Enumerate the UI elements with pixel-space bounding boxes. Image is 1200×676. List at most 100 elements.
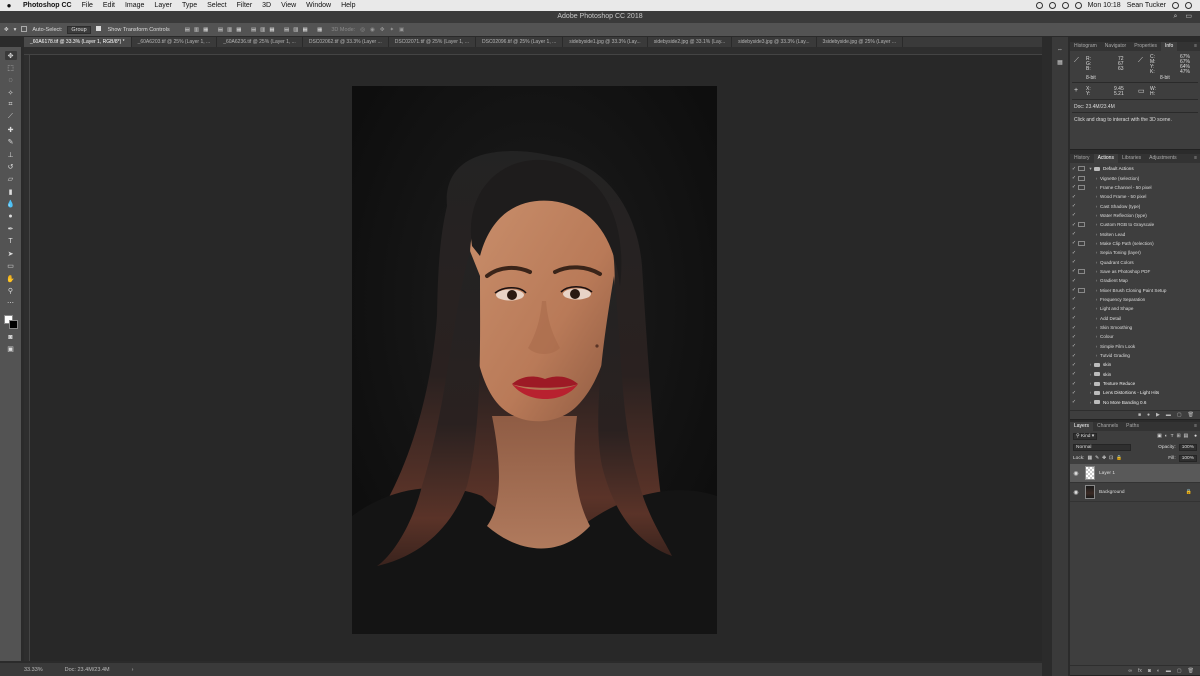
document-tab[interactable]: DSC02071.tif @ 25% (Layer 1, ... bbox=[389, 37, 476, 47]
action-set-row[interactable]: ✓ › No More Banding 0.6 bbox=[1070, 398, 1200, 407]
doc-size[interactable]: Doc: 23.4M/23.4M bbox=[65, 667, 110, 673]
chevron-right-icon[interactable]: › bbox=[1093, 185, 1100, 190]
action-row[interactable]: ✓ › Molten Lead bbox=[1070, 229, 1200, 238]
chevron-right-icon[interactable]: › bbox=[1093, 297, 1100, 302]
panel-menu-icon[interactable]: ≡ bbox=[1194, 42, 1200, 51]
panel-menu-icon[interactable]: ≡ bbox=[1194, 154, 1200, 163]
dialog-toggle-icon[interactable] bbox=[1078, 390, 1085, 395]
tab-history[interactable]: History bbox=[1070, 154, 1094, 163]
chevron-down-icon[interactable]: ▾ bbox=[1087, 166, 1094, 172]
link-icon[interactable]: ∞ bbox=[1128, 668, 1132, 674]
check-icon[interactable]: ✓ bbox=[1070, 231, 1078, 237]
dialog-toggle-icon[interactable] bbox=[1078, 222, 1085, 228]
status-icon[interactable] bbox=[1035, 2, 1043, 9]
action-set-row[interactable]: ✓ ▾ Default Actions bbox=[1070, 164, 1200, 173]
brush-tool-icon[interactable]: ✎ bbox=[5, 138, 17, 147]
tab-properties[interactable]: Properties bbox=[1130, 42, 1161, 51]
check-icon[interactable]: ✓ bbox=[1070, 166, 1078, 172]
dialog-toggle-icon[interactable] bbox=[1078, 204, 1085, 209]
chevron-right-icon[interactable]: › bbox=[1087, 372, 1094, 377]
auto-select-dropdown[interactable]: Group bbox=[67, 25, 91, 34]
dialog-toggle-icon[interactable] bbox=[1078, 287, 1085, 293]
chevron-right-icon[interactable]: › bbox=[1087, 400, 1094, 405]
menu-view[interactable]: View bbox=[276, 2, 301, 9]
user-name[interactable]: Sean Tucker bbox=[1127, 2, 1166, 9]
3d-mode-buttons[interactable]: ◎◉✥✦▣ bbox=[360, 27, 409, 33]
show-transform-checkbox[interactable] bbox=[95, 26, 103, 33]
blend-mode-dropdown[interactable]: Normal bbox=[1073, 444, 1131, 451]
layer-thumbnail[interactable] bbox=[1085, 485, 1095, 499]
check-icon[interactable]: ✓ bbox=[1070, 287, 1078, 293]
check-icon[interactable]: ✓ bbox=[1070, 399, 1078, 405]
chevron-right-icon[interactable]: › bbox=[1093, 306, 1100, 311]
menu-app[interactable]: Photoshop CC bbox=[18, 2, 77, 9]
record-icon[interactable]: ● bbox=[1147, 412, 1150, 418]
play-icon[interactable]: ▶ bbox=[1156, 412, 1160, 418]
chevron-right-icon[interactable]: › bbox=[1087, 390, 1094, 395]
info-panel-icon[interactable]: ▦ bbox=[1056, 60, 1064, 67]
menu-window[interactable]: Window bbox=[301, 2, 336, 9]
document-tab[interactable]: _60A6236.tif @ 25% (Layer 1, ... bbox=[217, 37, 303, 47]
folder-icon[interactable]: ▬ bbox=[1166, 668, 1171, 674]
trash-icon[interactable]: 🗑 bbox=[1188, 412, 1194, 418]
dialog-toggle-icon[interactable] bbox=[1078, 166, 1085, 172]
check-icon[interactable]: ✓ bbox=[1070, 315, 1078, 321]
fill-input[interactable]: 100% bbox=[1178, 455, 1197, 462]
chevron-right-icon[interactable]: › bbox=[1093, 194, 1100, 199]
spotlight-icon[interactable] bbox=[1172, 2, 1179, 9]
menu-file[interactable]: File bbox=[77, 2, 98, 9]
dialog-toggle-icon[interactable] bbox=[1078, 232, 1085, 237]
action-row[interactable]: ✓ › Mixer Brush Cloning Paint Setup bbox=[1070, 285, 1200, 294]
clone-stamp-tool-icon[interactable]: ⊥ bbox=[5, 150, 17, 159]
action-row[interactable]: ✓ › Sepia Toning (layer) bbox=[1070, 248, 1200, 257]
dialog-toggle-icon[interactable] bbox=[1078, 334, 1085, 339]
check-icon[interactable]: ✓ bbox=[1070, 184, 1078, 190]
document-tab[interactable]: _60A6178.tif @ 33.3% (Layer 1, RGB/8*) * bbox=[24, 37, 132, 47]
eyedropper-tool-icon[interactable]: ⟋ bbox=[5, 113, 17, 122]
check-icon[interactable]: ✓ bbox=[1070, 240, 1078, 246]
trash-icon[interactable]: 🗑 bbox=[1188, 668, 1194, 674]
action-row[interactable]: ✓ › Cast Shadow (type) bbox=[1070, 201, 1200, 210]
mask-icon[interactable]: ◙ bbox=[1148, 668, 1151, 674]
check-icon[interactable]: ✓ bbox=[1070, 278, 1078, 284]
dialog-toggle-icon[interactable] bbox=[1078, 306, 1085, 311]
apple-icon[interactable]: ● bbox=[0, 1, 18, 10]
workspace-icon[interactable]: ▭ bbox=[1185, 11, 1192, 23]
chevron-right-icon[interactable]: › bbox=[1093, 288, 1100, 293]
tab-channels[interactable]: Channels bbox=[1093, 422, 1122, 431]
chevron-right-icon[interactable]: › bbox=[1093, 241, 1100, 246]
dialog-toggle-icon[interactable] bbox=[1078, 278, 1085, 283]
document-tab[interactable]: DSC02096.tif @ 25% (Layer 1, ... bbox=[476, 37, 564, 47]
action-row[interactable]: ✓ › Save as Photoshop PDF bbox=[1070, 267, 1200, 276]
menu-3d[interactable]: 3D bbox=[257, 2, 276, 9]
move-tool-icon[interactable]: ✥ bbox=[4, 51, 17, 60]
layer-filter-dropdown[interactable]: ⚲ Kind ▾ bbox=[1073, 433, 1098, 440]
stop-icon[interactable]: ■ bbox=[1138, 412, 1141, 418]
action-set-row[interactable]: ✓ › Lens Distortions - Light Hits bbox=[1070, 388, 1200, 397]
more-tools-icon[interactable]: ⋯ bbox=[5, 299, 17, 308]
menu-layer[interactable]: Layer bbox=[149, 2, 177, 9]
chevron-right-icon[interactable]: › bbox=[1093, 232, 1100, 237]
search-icon[interactable]: ⌕ bbox=[1173, 11, 1177, 23]
check-icon[interactable]: ✓ bbox=[1070, 353, 1078, 359]
dialog-toggle-icon[interactable] bbox=[1078, 381, 1085, 386]
clock[interactable]: Mon 10:18 bbox=[1088, 2, 1121, 9]
history-brush-tool-icon[interactable]: ↺ bbox=[5, 163, 17, 172]
check-icon[interactable]: ✓ bbox=[1070, 381, 1078, 387]
portrait-photo[interactable] bbox=[352, 86, 717, 634]
marquee-tool-icon[interactable]: ⬚ bbox=[5, 63, 17, 72]
check-icon[interactable]: ✓ bbox=[1070, 175, 1078, 181]
action-row[interactable]: ✓ › Tutvid Grading bbox=[1070, 351, 1200, 360]
type-tool-icon[interactable]: T bbox=[5, 237, 17, 246]
action-row[interactable]: ✓ › Vignette (selection) bbox=[1070, 173, 1200, 182]
document-tab[interactable]: sidebyside1.jpg @ 33.3% (Lay... bbox=[563, 37, 648, 47]
tab-layers[interactable]: Layers bbox=[1070, 422, 1094, 431]
zoom-level[interactable]: 33.33% bbox=[24, 667, 43, 673]
check-icon[interactable]: ✓ bbox=[1070, 306, 1078, 312]
action-row[interactable]: ✓ › Wood Frame - 50 pixel bbox=[1070, 192, 1200, 201]
check-icon[interactable]: ✓ bbox=[1070, 259, 1078, 265]
chevron-right-icon[interactable]: › bbox=[1093, 316, 1100, 321]
dialog-toggle-icon[interactable] bbox=[1078, 362, 1085, 367]
chevron-right-icon[interactable]: › bbox=[1093, 176, 1100, 181]
chevron-right-icon[interactable]: › bbox=[1093, 269, 1100, 274]
